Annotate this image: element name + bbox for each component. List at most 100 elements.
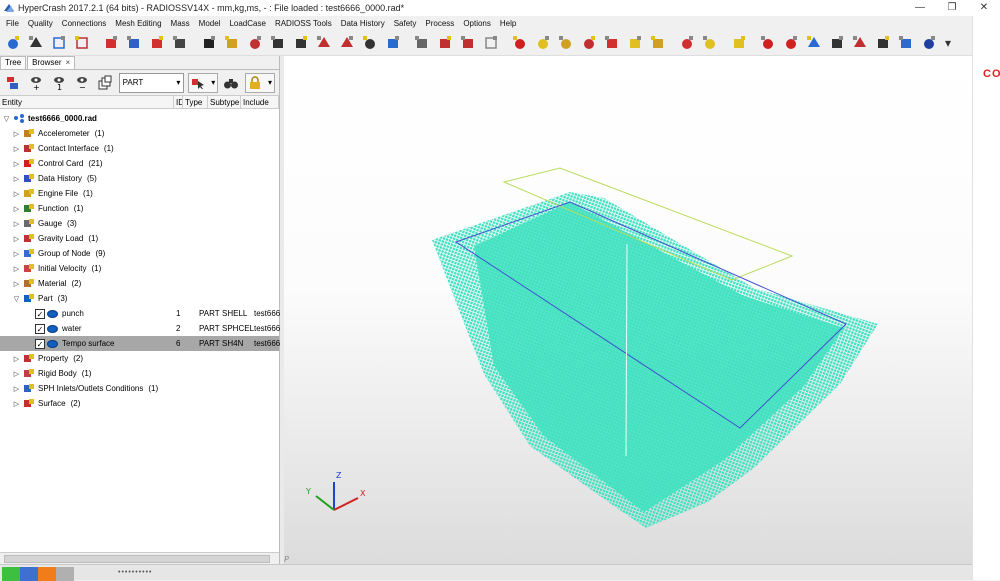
tree-item[interactable]: ▷ Gauge (3): [0, 216, 279, 231]
zoom-button[interactable]: [27, 34, 45, 52]
box-yellow-button[interactable]: [626, 34, 644, 52]
mesh-blue-button[interactable]: [125, 34, 143, 52]
show-plus-button[interactable]: +: [27, 74, 45, 92]
tree-item[interactable]: ▷ Data History (5): [0, 171, 279, 186]
expand-toggle-icon[interactable]: ▷: [12, 205, 21, 213]
entity-filter-combo[interactable]: PART ▾: [118, 72, 185, 93]
arrow-up-button[interactable]: [315, 34, 333, 52]
status-blue-indicator[interactable]: [20, 567, 38, 581]
arrow-right-button[interactable]: [851, 34, 869, 52]
tab-browser[interactable]: Browser ×: [27, 56, 76, 69]
select-plus-button[interactable]: [874, 34, 892, 52]
expand-toggle-icon[interactable]: ▷: [12, 280, 21, 288]
collapse-all-button[interactable]: [96, 74, 114, 92]
menu-process[interactable]: Process: [425, 19, 454, 28]
cube-highlight-button[interactable]: [459, 34, 477, 52]
spheres-red-button[interactable]: [511, 34, 529, 52]
graphics-viewport[interactable]: Z X Y P: [284, 56, 972, 564]
refresh-button[interactable]: [4, 34, 22, 52]
red-dot-arrow-button[interactable]: [782, 34, 800, 52]
part-visibility-checkbox[interactable]: ✓: [35, 323, 45, 334]
tree-item[interactable]: ▷ Control Card (21): [0, 156, 279, 171]
menu-mesh-editing[interactable]: Mesh Editing: [115, 19, 161, 28]
cube-gray-button[interactable]: [413, 34, 431, 52]
expand-toggle-icon[interactable]: ▷: [12, 265, 21, 273]
tree-item[interactable]: ▷ Rigid Body (1): [0, 366, 279, 381]
node-gear-button[interactable]: [223, 34, 241, 52]
lock-dropdown[interactable]: ▾: [245, 72, 276, 93]
box-red-button[interactable]: [603, 34, 621, 52]
tree-item[interactable]: ▷ Engine File (1): [0, 186, 279, 201]
expand-toggle-icon[interactable]: ▽: [12, 295, 21, 303]
arrow-split-button[interactable]: [338, 34, 356, 52]
measure-button[interactable]: [828, 34, 846, 52]
expand-toggle-icon[interactable]: ▷: [12, 160, 21, 168]
sphere-button[interactable]: [246, 34, 264, 52]
tree-root[interactable]: ▽ test6666_0000.rad: [0, 111, 279, 126]
pick-button[interactable]: [73, 34, 91, 52]
node-blue-button[interactable]: [897, 34, 915, 52]
status-green-indicator[interactable]: [2, 567, 20, 581]
expand-toggle-icon[interactable]: ▷: [12, 145, 21, 153]
expand-toggle-icon[interactable]: ▷: [12, 250, 21, 258]
show-one-button[interactable]: 1: [50, 74, 68, 92]
tree-item[interactable]: ▷ Surface (2): [0, 396, 279, 411]
menu-mass[interactable]: Mass: [171, 19, 190, 28]
part-row[interactable]: ✓ water 2 PART SPHCEL test6666: [0, 321, 285, 336]
tree-item[interactable]: ▷ Material (2): [0, 276, 279, 291]
node-select-button[interactable]: [292, 34, 310, 52]
minimize-button[interactable]: —: [904, 0, 936, 16]
scrollbar-thumb[interactable]: [4, 555, 270, 563]
axes-button[interactable]: [384, 34, 402, 52]
tree-item[interactable]: ▷ Property (2): [0, 351, 279, 366]
menu-help[interactable]: Help: [500, 19, 516, 28]
tree-item[interactable]: ▷ Gravity Load (1): [0, 231, 279, 246]
menu-radioss-tools[interactable]: RADIOSS Tools: [275, 19, 332, 28]
tree-item[interactable]: ▷ Function (1): [0, 201, 279, 216]
box-pick-button[interactable]: [649, 34, 667, 52]
move-button[interactable]: [805, 34, 823, 52]
node-button[interactable]: [200, 34, 218, 52]
expand-toggle-icon[interactable]: ▷: [12, 130, 21, 138]
blue-sphere-button[interactable]: [920, 34, 938, 52]
expand-toggle-icon[interactable]: ▷: [12, 235, 21, 243]
column-id[interactable]: ID: [174, 96, 183, 108]
expand-toggle-icon[interactable]: ▷: [12, 370, 21, 378]
part-visibility-checkbox[interactable]: ✓: [35, 338, 45, 349]
tree-item[interactable]: ▷ Contact Interface (1): [0, 141, 279, 156]
menu-loadcase[interactable]: LoadCase: [229, 19, 265, 28]
expand-toggle-icon[interactable]: ▽: [2, 115, 11, 123]
menu-connections[interactable]: Connections: [62, 19, 106, 28]
mesh-check-button[interactable]: [148, 34, 166, 52]
search-button[interactable]: [222, 74, 240, 92]
expand-toggle-icon[interactable]: ▷: [12, 355, 21, 363]
status-gray-indicator[interactable]: [56, 567, 74, 581]
select-mode-dropdown[interactable]: ▾: [188, 72, 219, 93]
cursor-button[interactable]: [361, 34, 379, 52]
tree-item[interactable]: ▽ Part (3): [0, 291, 279, 306]
weld-edit-button[interactable]: [701, 34, 719, 52]
browser-refresh-button[interactable]: [4, 74, 22, 92]
expand-toggle-icon[interactable]: ▷: [12, 400, 21, 408]
cube-red-button[interactable]: [436, 34, 454, 52]
tree-item[interactable]: ▷ Initial Velocity (1): [0, 261, 279, 276]
grid-button[interactable]: [171, 34, 189, 52]
part-row[interactable]: ✓ punch 1 PART SHELL test6666: [0, 306, 285, 321]
mesh-red-button[interactable]: [102, 34, 120, 52]
expand-toggle-icon[interactable]: ▷: [12, 175, 21, 183]
column-entity[interactable]: Entity: [0, 96, 174, 108]
show-minus-button[interactable]: −: [73, 74, 91, 92]
red-dot-button[interactable]: [759, 34, 777, 52]
menu-quality[interactable]: Quality: [28, 19, 53, 28]
spheres-yellow-button[interactable]: [534, 34, 552, 52]
restore-button[interactable]: ❐: [936, 0, 968, 16]
expand-toggle-icon[interactable]: ▷: [12, 220, 21, 228]
tree-item[interactable]: ▷ Group of Node (9): [0, 246, 279, 261]
weld-button[interactable]: [678, 34, 696, 52]
cube-wire-button[interactable]: [482, 34, 500, 52]
column-subtype[interactable]: Subtype: [208, 96, 241, 108]
tree-item[interactable]: ▷ Accelerometer (1): [0, 126, 279, 141]
fit-view-button[interactable]: [50, 34, 68, 52]
status-grip[interactable]: ••••••••••: [118, 569, 153, 576]
eye-button[interactable]: [269, 34, 287, 52]
